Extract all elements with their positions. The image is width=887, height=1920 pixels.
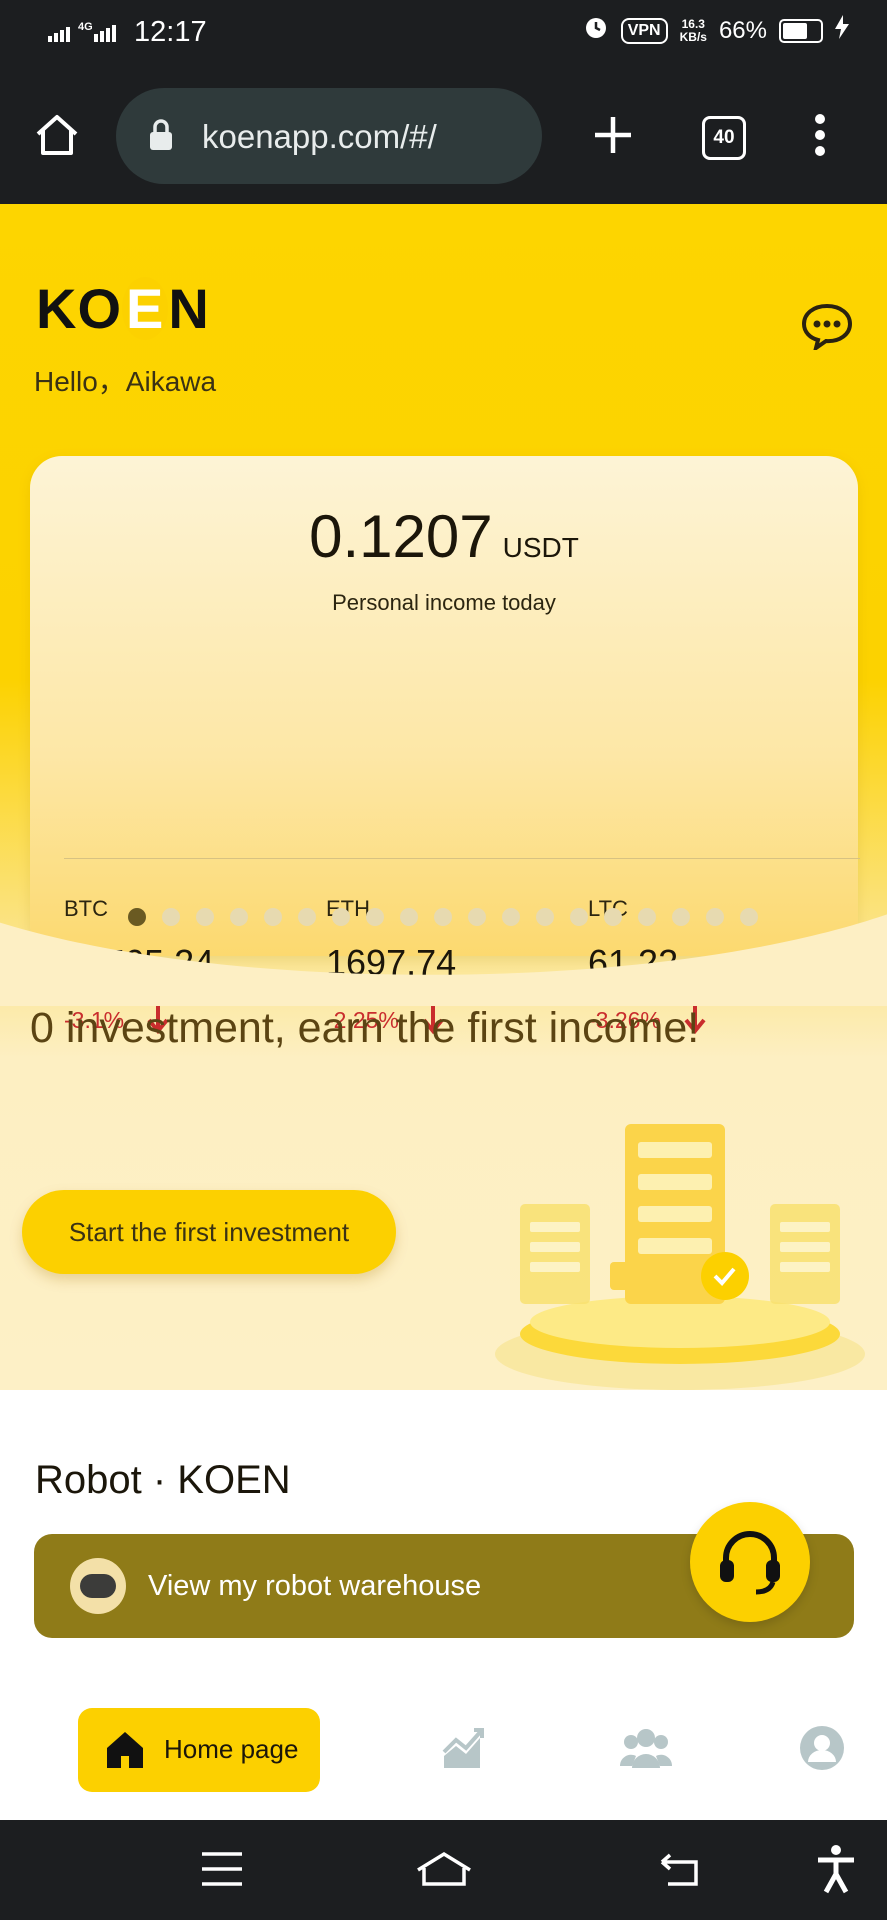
hero-section: KOEN Hello，Aikawa 0.1207 USDT Personal in… bbox=[0, 204, 887, 1390]
nav-home-page[interactable]: Home page bbox=[78, 1708, 320, 1792]
income-amount-row: 0.1207 USDT bbox=[30, 502, 858, 571]
signal-icon: 4G bbox=[48, 20, 128, 49]
net-speed: 16.3 KB/s bbox=[679, 16, 707, 44]
accessibility-icon[interactable] bbox=[816, 1844, 856, 1899]
carousel-dot[interactable] bbox=[604, 908, 622, 926]
carousel-dot[interactable] bbox=[706, 908, 724, 926]
robot-warehouse-label: View my robot warehouse bbox=[148, 1570, 482, 1602]
browser-toolbar: koenapp.com/#/ 40 bbox=[0, 68, 887, 204]
home-icon[interactable] bbox=[34, 112, 80, 163]
nav-market-chart-icon[interactable] bbox=[440, 1724, 488, 1772]
wave-divider bbox=[0, 914, 887, 1006]
customer-support-button[interactable] bbox=[690, 1502, 810, 1622]
carousel-dot[interactable] bbox=[672, 908, 690, 926]
greeting: Hello，Aikawa bbox=[34, 366, 217, 397]
carousel-dot[interactable] bbox=[434, 908, 452, 926]
vpn-badge: VPN bbox=[620, 17, 668, 44]
carousel-dot[interactable] bbox=[196, 908, 214, 926]
battery-percent: 66% bbox=[718, 16, 767, 44]
carousel-dots[interactable] bbox=[128, 908, 758, 926]
recents-icon[interactable] bbox=[200, 1850, 244, 1893]
income-unit: USDT bbox=[502, 532, 579, 563]
tab-count-button[interactable]: 40 bbox=[702, 116, 746, 160]
home-nav-icon[interactable] bbox=[414, 1848, 474, 1893]
home-filled-icon bbox=[104, 1728, 146, 1775]
income-card: 0.1207USDT Personal income today BTC 237… bbox=[30, 456, 860, 1035]
system-navigation-bar bbox=[0, 1820, 887, 1920]
new-tab-icon[interactable] bbox=[592, 114, 634, 161]
carousel-dot[interactable] bbox=[128, 908, 146, 926]
start-investment-button[interactable]: Start the first investment bbox=[22, 1190, 396, 1274]
url-text: koenapp.com/#/ bbox=[202, 118, 437, 155]
carousel-dot[interactable] bbox=[298, 908, 316, 926]
carousel-dot[interactable] bbox=[638, 908, 656, 926]
alarm-icon bbox=[583, 14, 609, 47]
clock: 12:17 bbox=[134, 16, 207, 48]
carousel-dot[interactable] bbox=[162, 908, 180, 926]
nav-team-icon[interactable] bbox=[619, 1724, 673, 1772]
carousel-dot[interactable] bbox=[468, 908, 486, 926]
battery-icon bbox=[779, 18, 823, 43]
income-amount: 0.1207 bbox=[309, 503, 493, 570]
robot-section-title: Robot · KOEN bbox=[35, 1458, 291, 1502]
nav-profile-icon[interactable] bbox=[798, 1724, 846, 1772]
headset-icon bbox=[720, 1531, 780, 1595]
lock-icon bbox=[148, 118, 174, 157]
robot-avatar-icon bbox=[70, 1558, 126, 1614]
svg-text:4G: 4G bbox=[78, 21, 93, 33]
nav-home-label: Home page bbox=[164, 1734, 299, 1764]
carousel-dot[interactable] bbox=[264, 908, 282, 926]
koen-logo: KOEN bbox=[36, 277, 210, 340]
server-illustration-icon bbox=[495, 1124, 865, 1390]
back-icon[interactable] bbox=[656, 1852, 702, 1893]
carousel-dot[interactable] bbox=[332, 908, 350, 926]
carousel-dot[interactable] bbox=[230, 908, 248, 926]
carousel-dot[interactable] bbox=[570, 908, 588, 926]
carousel-dot[interactable] bbox=[536, 908, 554, 926]
carousel-dot[interactable] bbox=[502, 908, 520, 926]
chat-icon[interactable] bbox=[800, 302, 854, 353]
carousel-dot[interactable] bbox=[400, 908, 418, 926]
charging-icon bbox=[835, 15, 849, 46]
promo-headline: 0 investment, earn the first income! bbox=[30, 1004, 700, 1052]
address-bar[interactable]: koenapp.com/#/ bbox=[116, 88, 542, 184]
status-bar: 4G 12:17 VPN 16.3 KB/s 66% bbox=[0, 0, 887, 68]
more-options-icon[interactable] bbox=[814, 114, 826, 161]
income-caption: Personal income today bbox=[332, 590, 556, 615]
carousel-dot[interactable] bbox=[366, 908, 384, 926]
card-divider bbox=[64, 858, 860, 859]
carousel-dot[interactable] bbox=[740, 908, 758, 926]
